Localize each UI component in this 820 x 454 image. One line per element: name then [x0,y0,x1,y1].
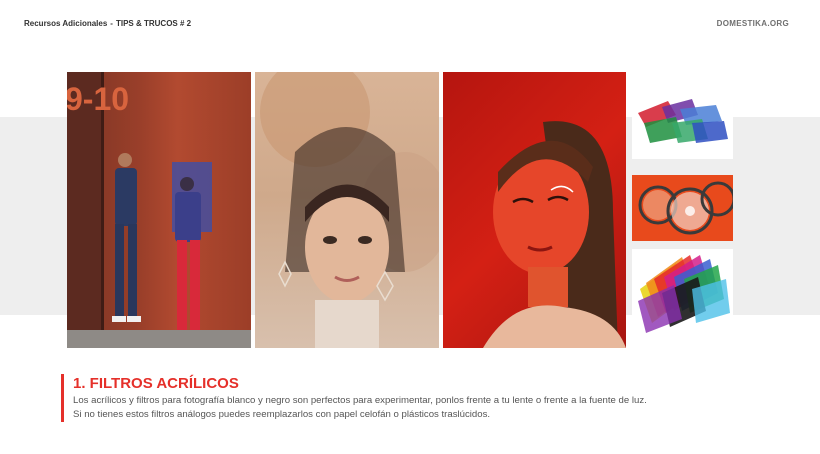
topic-name: TIPS & TRUCOS # 2 [115,19,192,28]
section-title: 1. FILTROS ACRÍLICOS [73,375,239,392]
photo-multiple-exposure [255,72,439,348]
description-line: Si no tienes estos filtros análogos pued… [73,409,491,420]
photo-red-portrait [443,72,626,348]
thumb-acrylic-filters [632,93,733,159]
thumb-cellophane-sheets [632,249,733,334]
header-separator: - [110,19,113,28]
description-line: Los acrílicos y filtros para fotografía … [73,395,647,406]
photo-couple-wall: 9-10 [67,72,251,348]
wall-number: 9-10 [67,81,129,117]
header-title: Recursos Adicionales - TIPS & TRUCOS # 2 [24,19,191,28]
brand-link[interactable]: DOMESTIKA.ORG [717,19,789,28]
section-description: Los acrílicos y filtros para fotografía … [73,394,773,422]
thumb-lens-filters [632,175,733,241]
accent-bar [61,374,64,422]
section-name: Recursos Adicionales [24,19,108,28]
